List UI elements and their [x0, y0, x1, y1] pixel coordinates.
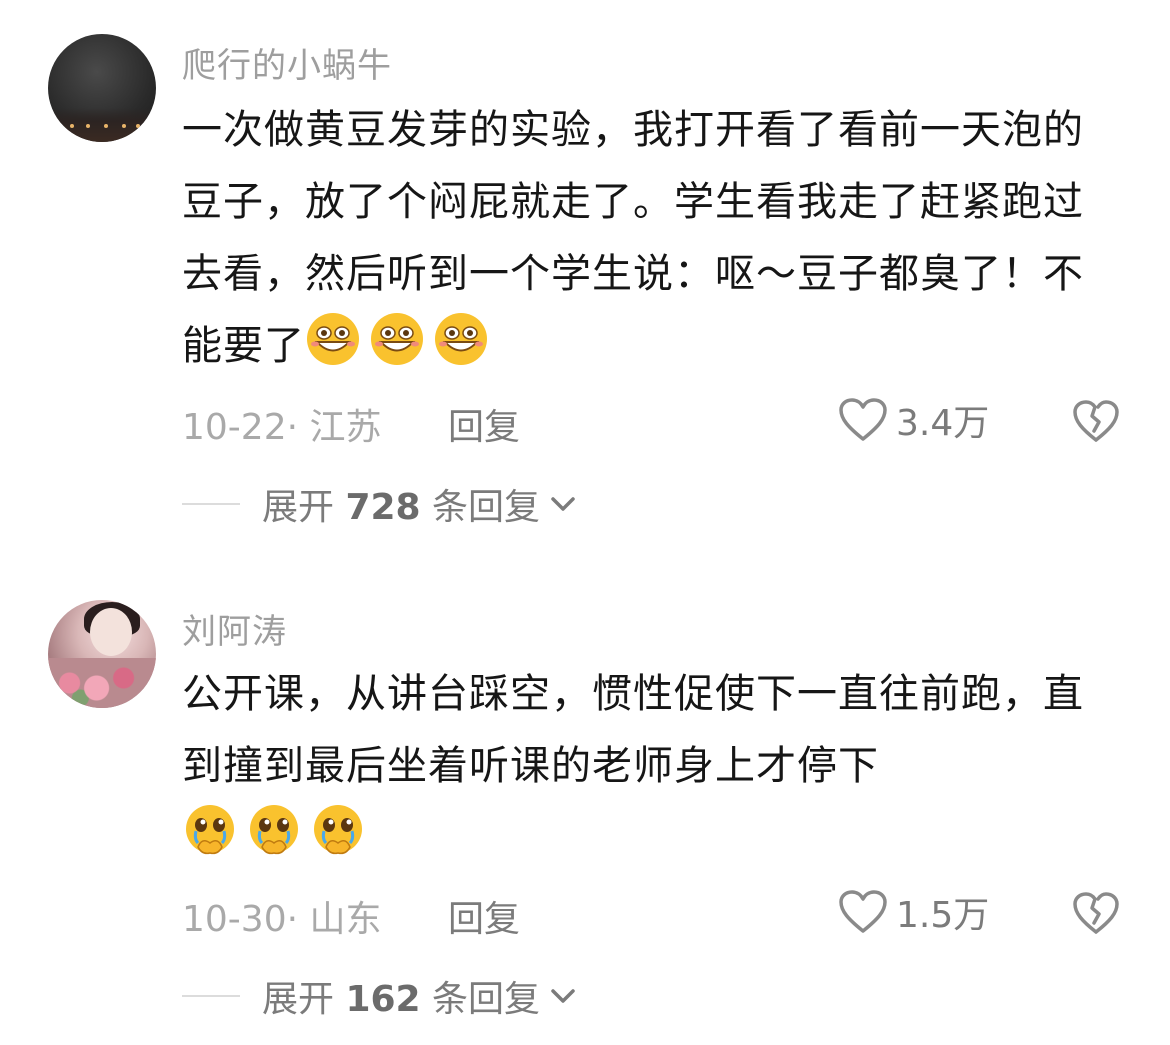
expand-replies-label: 展开 162 条回复 — [262, 979, 541, 1020]
reply-button[interactable]: 回复 — [448, 398, 520, 450]
pleading-cry-emoji — [186, 805, 234, 855]
username[interactable]: 刘阿涛 — [182, 604, 287, 653]
reply-button[interactable]: 回复 — [448, 890, 520, 942]
expand-replies[interactable]: 展开 162 条回复 — [182, 970, 578, 1022]
avatar[interactable] — [48, 600, 156, 708]
date-location: 10-22· 江苏 — [182, 407, 382, 448]
like-count: 3.4万 — [896, 403, 990, 444]
like-button[interactable]: 1.5万 — [838, 886, 989, 938]
username[interactable]: 爬行的小蜗牛 — [182, 38, 392, 87]
grin-emoji — [371, 313, 423, 365]
chevron-down-icon — [551, 497, 575, 511]
divider — [182, 995, 240, 997]
grin-emoji — [307, 313, 359, 365]
like-button[interactable]: 3.4万 — [838, 394, 989, 446]
pleading-cry-emoji — [250, 805, 298, 855]
expand-replies[interactable]: 展开 728 条回复 — [182, 478, 578, 530]
expand-replies-label: 展开 728 条回复 — [262, 487, 541, 528]
heart-icon — [839, 398, 887, 441]
dislike-button[interactable] — [1072, 398, 1120, 448]
pleading-cry-emoji — [314, 805, 362, 855]
comment-text: 一次做黄豆发芽的实验，我打开看了看前一天泡的豆子，放了个闷屁就走了。学生看我走了… — [182, 107, 1084, 369]
dislike-button[interactable] — [1072, 890, 1120, 940]
chevron-down-icon — [551, 989, 575, 1003]
divider — [182, 503, 240, 505]
broken-heart-icon — [1073, 892, 1119, 934]
like-count: 1.5万 — [896, 895, 990, 936]
heart-icon — [839, 890, 887, 933]
avatar-flowers — [48, 658, 156, 708]
date-location: 10-30· 山东 — [182, 899, 382, 940]
avatar[interactable] — [48, 34, 156, 142]
comment-text: 公开课，从讲台踩空，惯性促使下一直往前跑，直到撞到最后坐着听课的老师身上才停下 — [182, 658, 1102, 874]
grin-emoji — [435, 313, 487, 365]
broken-heart-icon — [1073, 400, 1119, 442]
